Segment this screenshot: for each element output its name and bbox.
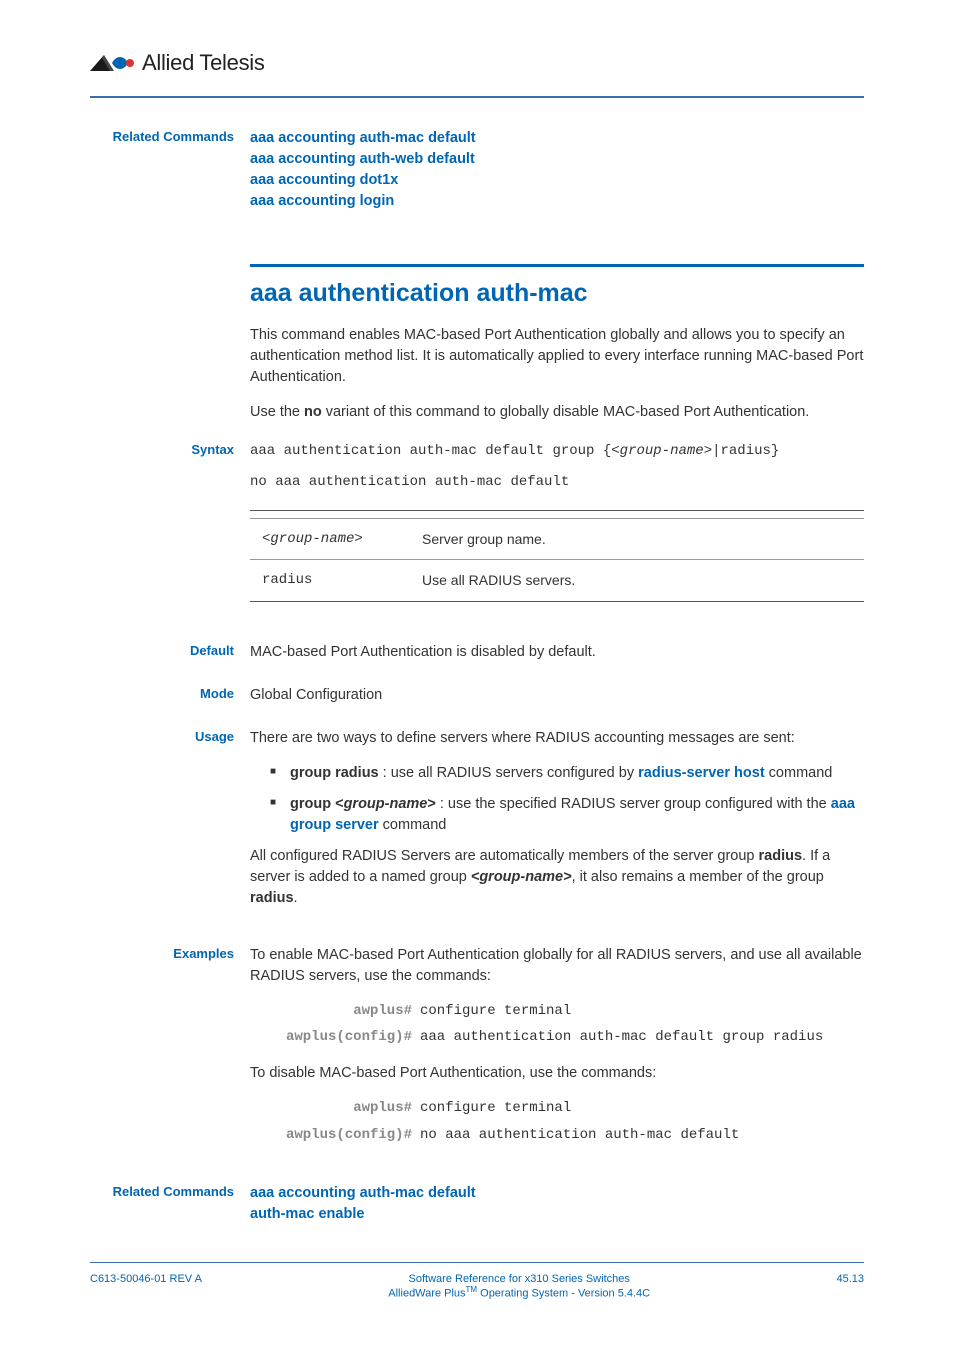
param-desc: Use all RADIUS servers. bbox=[410, 560, 864, 601]
usage-section: Usage There are two ways to define serve… bbox=[90, 728, 864, 923]
table-row: radius Use all RADIUS servers. bbox=[250, 560, 864, 601]
command-title: aaa authentication auth-mac bbox=[250, 275, 864, 311]
page-header: Allied Telesis bbox=[90, 50, 864, 98]
cli-row: awplus(config)# no aaa authentication au… bbox=[250, 1125, 864, 1145]
related-commands-top: Related Commands aaa accounting auth-mac… bbox=[90, 128, 864, 212]
syntax-line-2: no aaa authentication auth-mac default bbox=[250, 472, 864, 492]
cli-prompt: awplus(config)# bbox=[250, 1027, 420, 1047]
parameter-table: <group-name> Server group name. radius U… bbox=[250, 510, 864, 602]
syntax-section: Syntax aaa authentication auth-mac defau… bbox=[90, 441, 864, 619]
list-item: group radius : use all RADIUS servers co… bbox=[270, 763, 864, 784]
link-aaa-accounting-auth-mac-default[interactable]: aaa accounting auth-mac default bbox=[250, 1183, 864, 1204]
related-commands-bottom: Related Commands aaa accounting auth-mac… bbox=[90, 1183, 864, 1225]
cli-command: aaa authentication auth-mac default grou… bbox=[420, 1027, 864, 1047]
section-rule bbox=[250, 264, 864, 267]
page-footer: C613-50046-01 REV A Software Reference f… bbox=[90, 1262, 864, 1300]
section-label: Syntax bbox=[90, 441, 250, 619]
cli-block-1: awplus# configure terminal awplus(config… bbox=[250, 1001, 864, 1048]
section-label: Examples bbox=[90, 945, 250, 1161]
link-aaa-accounting-login[interactable]: aaa accounting login bbox=[250, 191, 864, 212]
cli-command: configure terminal bbox=[420, 1001, 864, 1021]
param-name: radius bbox=[250, 560, 410, 601]
cli-block-2: awplus# configure terminal awplus(config… bbox=[250, 1098, 864, 1145]
footer-doc-id: C613-50046-01 REV A bbox=[90, 1273, 202, 1285]
param-desc: Server group name. bbox=[410, 518, 864, 559]
section-label: Default bbox=[90, 642, 250, 663]
footer-version: AlliedWare PlusTM Operating System - Ver… bbox=[202, 1285, 837, 1300]
footer-center: Software Reference for x310 Series Switc… bbox=[202, 1273, 837, 1300]
intro-para-2: Use the no variant of this command to gl… bbox=[250, 402, 864, 423]
usage-intro: There are two ways to define servers whe… bbox=[250, 728, 864, 749]
example-para-1: To enable MAC-based Port Authentication … bbox=[250, 945, 864, 987]
table-row: <group-name> Server group name. bbox=[250, 518, 864, 559]
syntax-line-1: aaa authentication auth-mac default grou… bbox=[250, 441, 864, 461]
link-aaa-accounting-auth-mac-default[interactable]: aaa accounting auth-mac default bbox=[250, 128, 864, 149]
usage-list: group radius : use all RADIUS servers co… bbox=[250, 763, 864, 836]
brand-name: Allied Telesis bbox=[142, 50, 265, 76]
mode-text: Global Configuration bbox=[250, 685, 864, 706]
cli-command: no aaa authentication auth-mac default bbox=[420, 1125, 864, 1145]
section-label: Related Commands bbox=[90, 128, 250, 212]
cli-row: awplus(config)# aaa authentication auth-… bbox=[250, 1027, 864, 1047]
link-auth-mac-enable[interactable]: auth-mac enable bbox=[250, 1204, 864, 1225]
examples-section: Examples To enable MAC-based Port Authen… bbox=[90, 945, 864, 1161]
section-label: Usage bbox=[90, 728, 250, 923]
cli-prompt: awplus(config)# bbox=[250, 1125, 420, 1145]
link-aaa-accounting-auth-web-default[interactable]: aaa accounting auth-web default bbox=[250, 149, 864, 170]
brand-logo: Allied Telesis bbox=[90, 50, 864, 76]
footer-page-number: 45.13 bbox=[836, 1273, 864, 1285]
list-item: group <group-name> : use the specified R… bbox=[270, 794, 864, 836]
example-para-2: To disable MAC-based Port Authentication… bbox=[250, 1063, 864, 1084]
link-radius-server-host[interactable]: radius-server host bbox=[638, 765, 765, 781]
cli-row: awplus# configure terminal bbox=[250, 1098, 864, 1118]
intro-para-1: This command enables MAC-based Port Auth… bbox=[250, 325, 864, 388]
section-label: Mode bbox=[90, 685, 250, 706]
usage-para-2: All configured RADIUS Servers are automa… bbox=[250, 846, 864, 909]
cli-prompt: awplus# bbox=[250, 1001, 420, 1021]
mode-section: Mode Global Configuration bbox=[90, 685, 864, 706]
default-section: Default MAC-based Port Authentication is… bbox=[90, 642, 864, 663]
section-label: Related Commands bbox=[90, 1183, 250, 1225]
logo-icon bbox=[90, 53, 136, 73]
link-aaa-accounting-dot1x[interactable]: aaa accounting dot1x bbox=[250, 170, 864, 191]
param-name: <group-name> bbox=[250, 518, 410, 559]
cli-row: awplus# configure terminal bbox=[250, 1001, 864, 1021]
footer-title: Software Reference for x310 Series Switc… bbox=[202, 1273, 837, 1285]
cli-prompt: awplus# bbox=[250, 1098, 420, 1118]
default-text: MAC-based Port Authentication is disable… bbox=[250, 642, 864, 663]
command-section: aaa authentication auth-mac This command… bbox=[90, 234, 864, 437]
cli-command: configure terminal bbox=[420, 1098, 864, 1118]
